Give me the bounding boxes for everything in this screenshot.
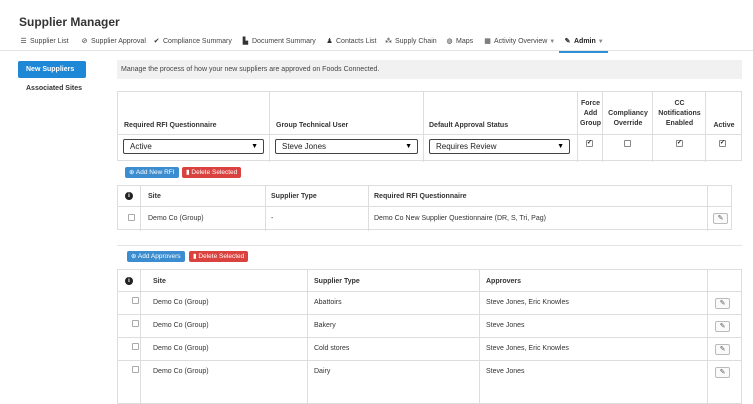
sidebar-item-associated-sites[interactable]: Associated Sites	[26, 85, 82, 92]
nav-admin[interactable]: ✎ Admin ▼	[559, 35, 608, 53]
rfi-cell-questionnaire: Demo Co New Supplier Questionnaire (DR, …	[374, 215, 546, 222]
technical-user-select[interactable]: Steve Jones ▼	[275, 139, 418, 154]
app-title: Supplier Manager	[19, 15, 120, 29]
approval-status-select[interactable]: Requires Review ▼	[429, 139, 570, 154]
delete-selected-rfi-button[interactable]: ▮ Delete Selected	[182, 167, 242, 178]
plus-icon: ⊕	[131, 253, 138, 260]
table-row: Demo Co (Group) Abattoirs Steve Jones, E…	[118, 292, 741, 314]
edit-icon[interactable]: ✎	[715, 321, 730, 332]
approver-header-site: Site	[153, 278, 166, 285]
dropdown-arrow-icon: ▼	[405, 143, 412, 150]
info-text: Manage the process of how your new suppl…	[117, 60, 742, 79]
cc-notifications-checkbox[interactable]: ✓	[676, 140, 683, 147]
approver-cell-site: Demo Co (Group)	[153, 368, 209, 375]
rfi-table: i Site Supplier Type Required RFI Questi…	[117, 185, 732, 231]
delete-selected-approvers-button[interactable]: ▮ Delete Selected	[189, 251, 249, 262]
wrench-icon: ✎	[564, 38, 571, 45]
header-cc-notifications: CC Notifications Enabled	[658, 100, 701, 127]
compliancy-override-checkbox[interactable]	[624, 140, 631, 147]
plus-icon: ⊕	[129, 169, 136, 176]
checkmark-icon: ✔	[153, 38, 160, 45]
force-add-group-checkbox[interactable]: ✓	[586, 140, 593, 147]
nav-document-summary[interactable]: ▙ Document Summary	[241, 35, 316, 49]
nav-supplier-approval[interactable]: ⊘ Supplier Approval	[80, 35, 146, 49]
info-icon: i	[125, 192, 133, 200]
check-circle-icon: ⊘	[81, 38, 88, 45]
globe-icon: ◍	[446, 38, 453, 45]
nav-supplier-list[interactable]: ☰ Supplier List	[19, 35, 68, 49]
nav-contacts-list[interactable]: ♟ Contacts List	[325, 35, 376, 49]
chevron-down-icon: ▼	[597, 39, 604, 45]
document-icon: ▙	[242, 38, 249, 45]
rfi-header-questionnaire: Required RFI Questionnaire	[374, 193, 467, 200]
sidebar-item-new-suppliers[interactable]: New Suppliers	[18, 61, 86, 78]
approver-header-approvers: Approvers	[486, 278, 522, 285]
approver-cell-site: Demo Co (Group)	[153, 299, 209, 306]
edit-icon[interactable]: ✎	[715, 344, 730, 355]
approver-cell-supplier-type: Dairy	[314, 368, 331, 375]
rfi-header-supplier-type: Supplier Type	[271, 193, 317, 200]
main-nav: ☰ Supplier List ⊘ Supplier Approval ✔ Compl…	[0, 32, 753, 53]
table-row: Demo Co (Group) Dairy Steve Jones ✎	[118, 361, 741, 383]
approver-cell-approvers: Steve Jones	[486, 368, 525, 375]
user-icon: ♟	[326, 38, 333, 45]
row-checkbox[interactable]	[128, 214, 135, 221]
approver-header-supplier-type: Supplier Type	[314, 278, 360, 285]
approver-cell-site: Demo Co (Group)	[153, 345, 209, 352]
add-approvers-button[interactable]: ⊕ Add Approvers	[127, 251, 185, 262]
nav-activity-overview[interactable]: ▦ Activity Overview ▼	[483, 35, 555, 49]
nav-supply-chain[interactable]: ⁂ Supply Chain	[384, 35, 437, 49]
header-technical-user: Group Technical User	[276, 122, 349, 129]
questionnaire-select[interactable]: Active ▼	[123, 139, 264, 154]
approver-cell-approvers: Steve Jones, Eric Knowles	[486, 345, 569, 352]
edit-icon[interactable]: ✎	[715, 298, 730, 309]
table-row: Demo Co (Group) Bakery Steve Jones ✎	[118, 315, 741, 337]
header-required-rfi: Required RFI Questionnaire	[124, 122, 217, 129]
edit-icon[interactable]: ✎	[715, 367, 730, 378]
header-compliancy-override: Compliancy Override	[608, 110, 648, 127]
add-new-rfi-button[interactable]: ⊕ Add New RFI	[125, 167, 179, 178]
header-active: Active	[713, 122, 735, 129]
dropdown-arrow-icon: ▼	[251, 143, 258, 150]
chevron-down-icon: ▼	[549, 39, 556, 45]
list-icon: ☰	[20, 38, 27, 45]
row-checkbox[interactable]	[132, 297, 139, 304]
approver-cell-supplier-type: Bakery	[314, 322, 336, 329]
rfi-header-site: Site	[148, 193, 161, 200]
rfi-cell-site: Demo Co (Group)	[148, 215, 204, 222]
rfi-settings-table: Required RFI Questionnaire Group Technic…	[117, 91, 742, 162]
approver-cell-approvers: Steve Jones	[486, 322, 525, 329]
table-row: Demo Co (Group) Cold stores Steve Jones,…	[118, 338, 741, 360]
divider	[117, 245, 742, 246]
edit-icon[interactable]: ✎	[713, 213, 728, 224]
info-icon: i	[125, 277, 133, 285]
approver-cell-supplier-type: Abattoirs	[314, 299, 342, 306]
row-checkbox[interactable]	[132, 320, 139, 327]
header-force-add-group: Force Add Group	[580, 100, 601, 127]
header-approval-status: Default Approval Status	[429, 122, 509, 129]
dropdown-arrow-icon: ▼	[557, 143, 564, 150]
nav-compliance-summary[interactable]: ✔ Compliance Summary	[152, 35, 232, 49]
approvers-table: i Site Supplier Type Approvers Demo Co (…	[117, 269, 742, 404]
calendar-icon: ▦	[484, 38, 491, 45]
active-checkbox[interactable]: ✓	[719, 140, 726, 147]
approver-cell-approvers: Steve Jones, Eric Knowles	[486, 299, 569, 306]
row-checkbox[interactable]	[132, 366, 139, 373]
nav-maps[interactable]: ◍ Maps	[445, 35, 473, 49]
approver-cell-site: Demo Co (Group)	[153, 322, 209, 329]
sitemap-icon: ⁂	[385, 38, 392, 45]
row-checkbox[interactable]	[132, 343, 139, 350]
approver-cell-supplier-type: Cold stores	[314, 345, 350, 352]
rfi-cell-supplier-type: -	[271, 215, 274, 222]
